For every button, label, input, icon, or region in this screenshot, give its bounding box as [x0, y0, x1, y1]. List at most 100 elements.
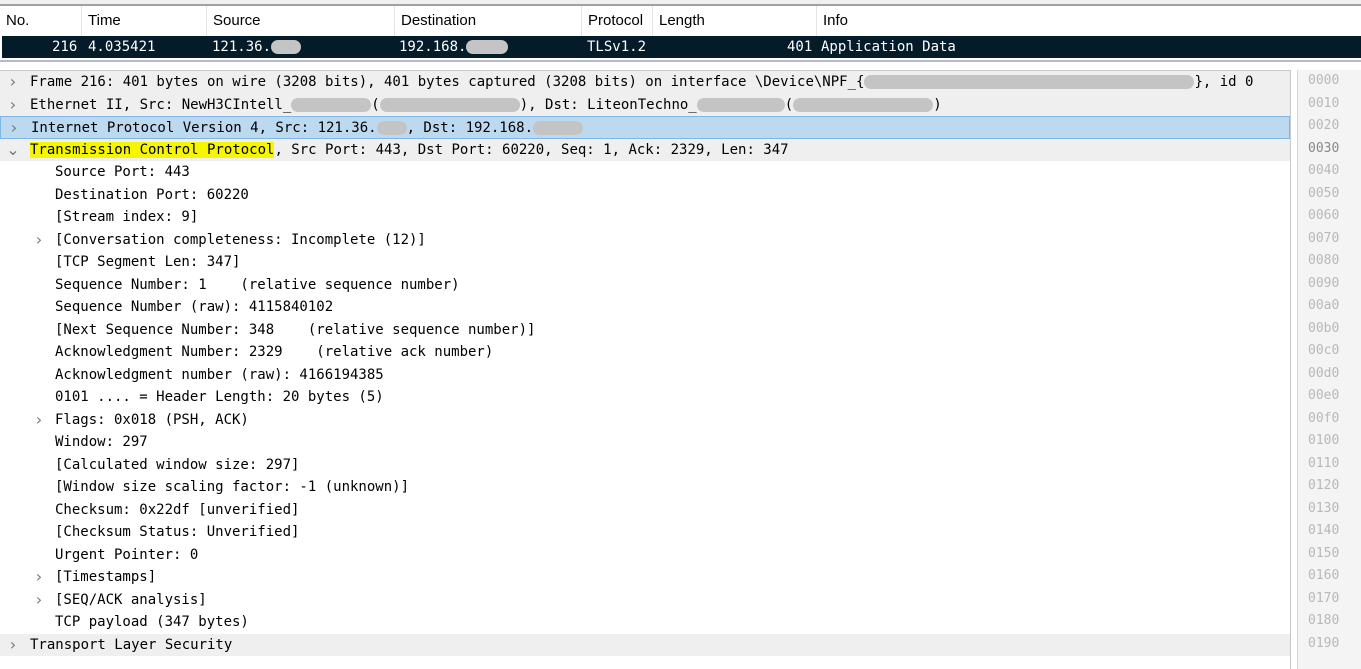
- tree-item[interactable]: › [SEQ/ACK analysis]: [0, 589, 1290, 612]
- redaction: [696, 97, 785, 112]
- column-source[interactable]: Source: [207, 6, 395, 36]
- chevron-down-icon[interactable]: ⌄: [6, 139, 20, 162]
- hex-offset: 0160: [1308, 568, 1340, 583]
- hex-offset: 0050: [1308, 185, 1340, 201]
- tree-item[interactable]: [Window size scaling factor: -1 (unknown…: [0, 476, 1290, 499]
- tree-item[interactable]: [Calculated window size: 297]: [0, 454, 1290, 477]
- hex-offset: 0100: [1308, 433, 1340, 448]
- cell-info: Application Data: [821, 39, 956, 55]
- tree-item[interactable]: Checksum: 0x22df [unverified]: [0, 499, 1290, 522]
- hex-offset: 0150: [1308, 545, 1340, 561]
- column-protocol[interactable]: Protocol: [582, 6, 653, 36]
- tree-item[interactable]: Acknowledgment Number: 2329 (relative ac…: [0, 341, 1290, 364]
- hex-offset: 0030: [1308, 140, 1340, 156]
- tree-item-text: Window: 297: [55, 434, 148, 450]
- hex-offset: 0060: [1308, 208, 1340, 223]
- tree-item[interactable]: Source Port: 443: [0, 161, 1290, 184]
- chevron-right-icon[interactable]: ›: [32, 589, 46, 612]
- tree-item[interactable]: [Stream index: 9]: [0, 206, 1290, 229]
- tree-item[interactable]: › Internet Protocol Version 4, Src: 121.3…: [0, 116, 1290, 139]
- tree-item-text: , Dst: 192.168.: [406, 120, 534, 136]
- tree-item-text: [Timestamps]: [55, 569, 157, 585]
- redaction: [271, 40, 302, 54]
- tree-item[interactable]: [TCP Segment Len: 347]: [0, 251, 1290, 274]
- tree-item[interactable]: Sequence Number: 1 (relative sequence nu…: [0, 274, 1290, 297]
- column-no[interactable]: No.: [0, 6, 82, 36]
- tree-item[interactable]: Acknowledgment number (raw): 4166194385: [0, 364, 1290, 387]
- chevron-right-icon[interactable]: ›: [32, 409, 46, 432]
- hex-offset: 0180: [1308, 613, 1340, 628]
- hex-offset: 0000: [1308, 73, 1340, 88]
- column-length[interactable]: Length: [653, 6, 817, 36]
- tree-item[interactable]: Destination Port: 60220: [0, 184, 1290, 207]
- redaction: [864, 75, 1195, 89]
- tree-item-text: Internet Protocol Version 4, Src: 121.36…: [31, 120, 377, 136]
- hex-offset: 00b0: [1308, 320, 1340, 336]
- tree-item-text: [TCP Segment Len: 347]: [55, 254, 241, 270]
- chevron-right-icon[interactable]: ›: [7, 117, 21, 138]
- hex-offset: 00a0: [1308, 298, 1340, 313]
- tree-item-text: Ethernet II, Src: NewH3CIntell_: [30, 96, 292, 113]
- hex-offset: 0040: [1308, 163, 1340, 178]
- chevron-right-icon[interactable]: ›: [6, 71, 20, 94]
- source-text: 121.36.: [212, 39, 272, 55]
- hex-offset: 00d0: [1308, 365, 1340, 381]
- tree-item[interactable]: TCP payload (347 bytes): [0, 611, 1290, 634]
- packet-list: No. Time Source Destination Protocol Len…: [0, 6, 1361, 62]
- redaction: [533, 121, 584, 135]
- tree-item[interactable]: [Checksum Status: Unverified]: [0, 521, 1290, 544]
- tree-item[interactable]: Window: 297: [0, 431, 1290, 454]
- packet-row-selected[interactable]: 216 4.035421 121.36. 192.168. TLSv1.2 40…: [2, 36, 1361, 58]
- tree-item-text: (: [371, 96, 380, 113]
- tree-item-text: Checksum: 0x22df [unverified]: [55, 501, 300, 518]
- tree-item-text: Source Port: 443: [55, 164, 190, 180]
- hex-offset: 0130: [1308, 500, 1340, 516]
- hex-offset: 0120: [1308, 478, 1340, 493]
- column-destination[interactable]: Destination: [395, 6, 582, 36]
- redaction: [379, 97, 520, 112]
- hex-offset: 0140: [1308, 523, 1340, 538]
- cell-length: 401: [787, 39, 813, 55]
- chevron-right-icon[interactable]: ›: [6, 634, 20, 657]
- hex-offset: 0110: [1308, 455, 1340, 471]
- hex-offset: 00e0: [1308, 388, 1340, 403]
- tree-item[interactable]: [Next Sequence Number: 348 (relative seq…: [0, 319, 1290, 342]
- tree-item-text: 0101 .... = Header Length: 20 bytes (5): [55, 389, 384, 405]
- chevron-right-icon[interactable]: ›: [32, 566, 46, 589]
- tree-item-text: Transmission Control Protocol: [30, 141, 275, 158]
- cell-source: 121.36.: [212, 36, 302, 58]
- tree-item[interactable]: › Flags: 0x018 (PSH, ACK): [0, 409, 1290, 432]
- tree-item-text: Frame 216: 401 bytes on wire (3208 bits)…: [30, 74, 865, 90]
- column-time[interactable]: Time: [82, 6, 207, 36]
- tree-item[interactable]: › [Timestamps]: [0, 566, 1290, 589]
- tree-item-text: (: [784, 96, 794, 113]
- tree-item[interactable]: 0101 .... = Header Length: 20 bytes (5): [0, 386, 1290, 409]
- tree-item[interactable]: › [Conversation completeness: Incomplete …: [0, 229, 1290, 252]
- hex-offset: 0070: [1308, 230, 1340, 246]
- tree-item-text: Acknowledgment Number: 2329 (relative ac…: [55, 344, 494, 360]
- packet-bytes-pane: 0000 0010 0020 0030 0040 0050 0060 0070 0080 0090…: [1297, 70, 1361, 669]
- column-info[interactable]: Info: [817, 6, 1361, 36]
- tree-item[interactable]: › Transport Layer Security: [0, 633, 1290, 657]
- tree-item[interactable]: ⌄ Transmission Control Protocol, Src Port…: [0, 138, 1290, 162]
- redaction: [793, 97, 934, 112]
- tree-item[interactable]: Urgent Pointer: 0: [0, 544, 1290, 567]
- hex-offset: 0170: [1308, 590, 1340, 606]
- hex-offset: 0190: [1308, 635, 1340, 651]
- cell-destination: 192.168.: [399, 36, 509, 58]
- tree-item-text: Transport Layer Security: [30, 636, 233, 653]
- cell-no: 216: [52, 39, 78, 55]
- packet-details-tree: › Frame 216: 401 bytes on wire (3208 bits…: [0, 70, 1291, 669]
- tree-item[interactable]: Sequence Number (raw): 4115840102: [0, 296, 1290, 319]
- tree-item-text: [Stream index: 9]: [55, 209, 199, 225]
- tree-item-text: Destination Port: 60220: [55, 186, 249, 203]
- chevron-right-icon[interactable]: ›: [6, 94, 20, 117]
- tree-item-text: Urgent Pointer: 0: [55, 546, 199, 563]
- redaction: [466, 40, 509, 54]
- tree-item-text: Sequence Number (raw): 4115840102: [55, 299, 334, 315]
- tree-item[interactable]: › Frame 216: 401 bytes on wire (3208 bits…: [0, 71, 1290, 94]
- chevron-right-icon[interactable]: ›: [32, 229, 46, 252]
- hex-offset: 0010: [1308, 95, 1340, 111]
- tree-item[interactable]: › Ethernet II, Src: NewH3CIntell_ (), Dst:…: [0, 93, 1290, 117]
- tree-item-text: }, id 0: [1194, 74, 1254, 90]
